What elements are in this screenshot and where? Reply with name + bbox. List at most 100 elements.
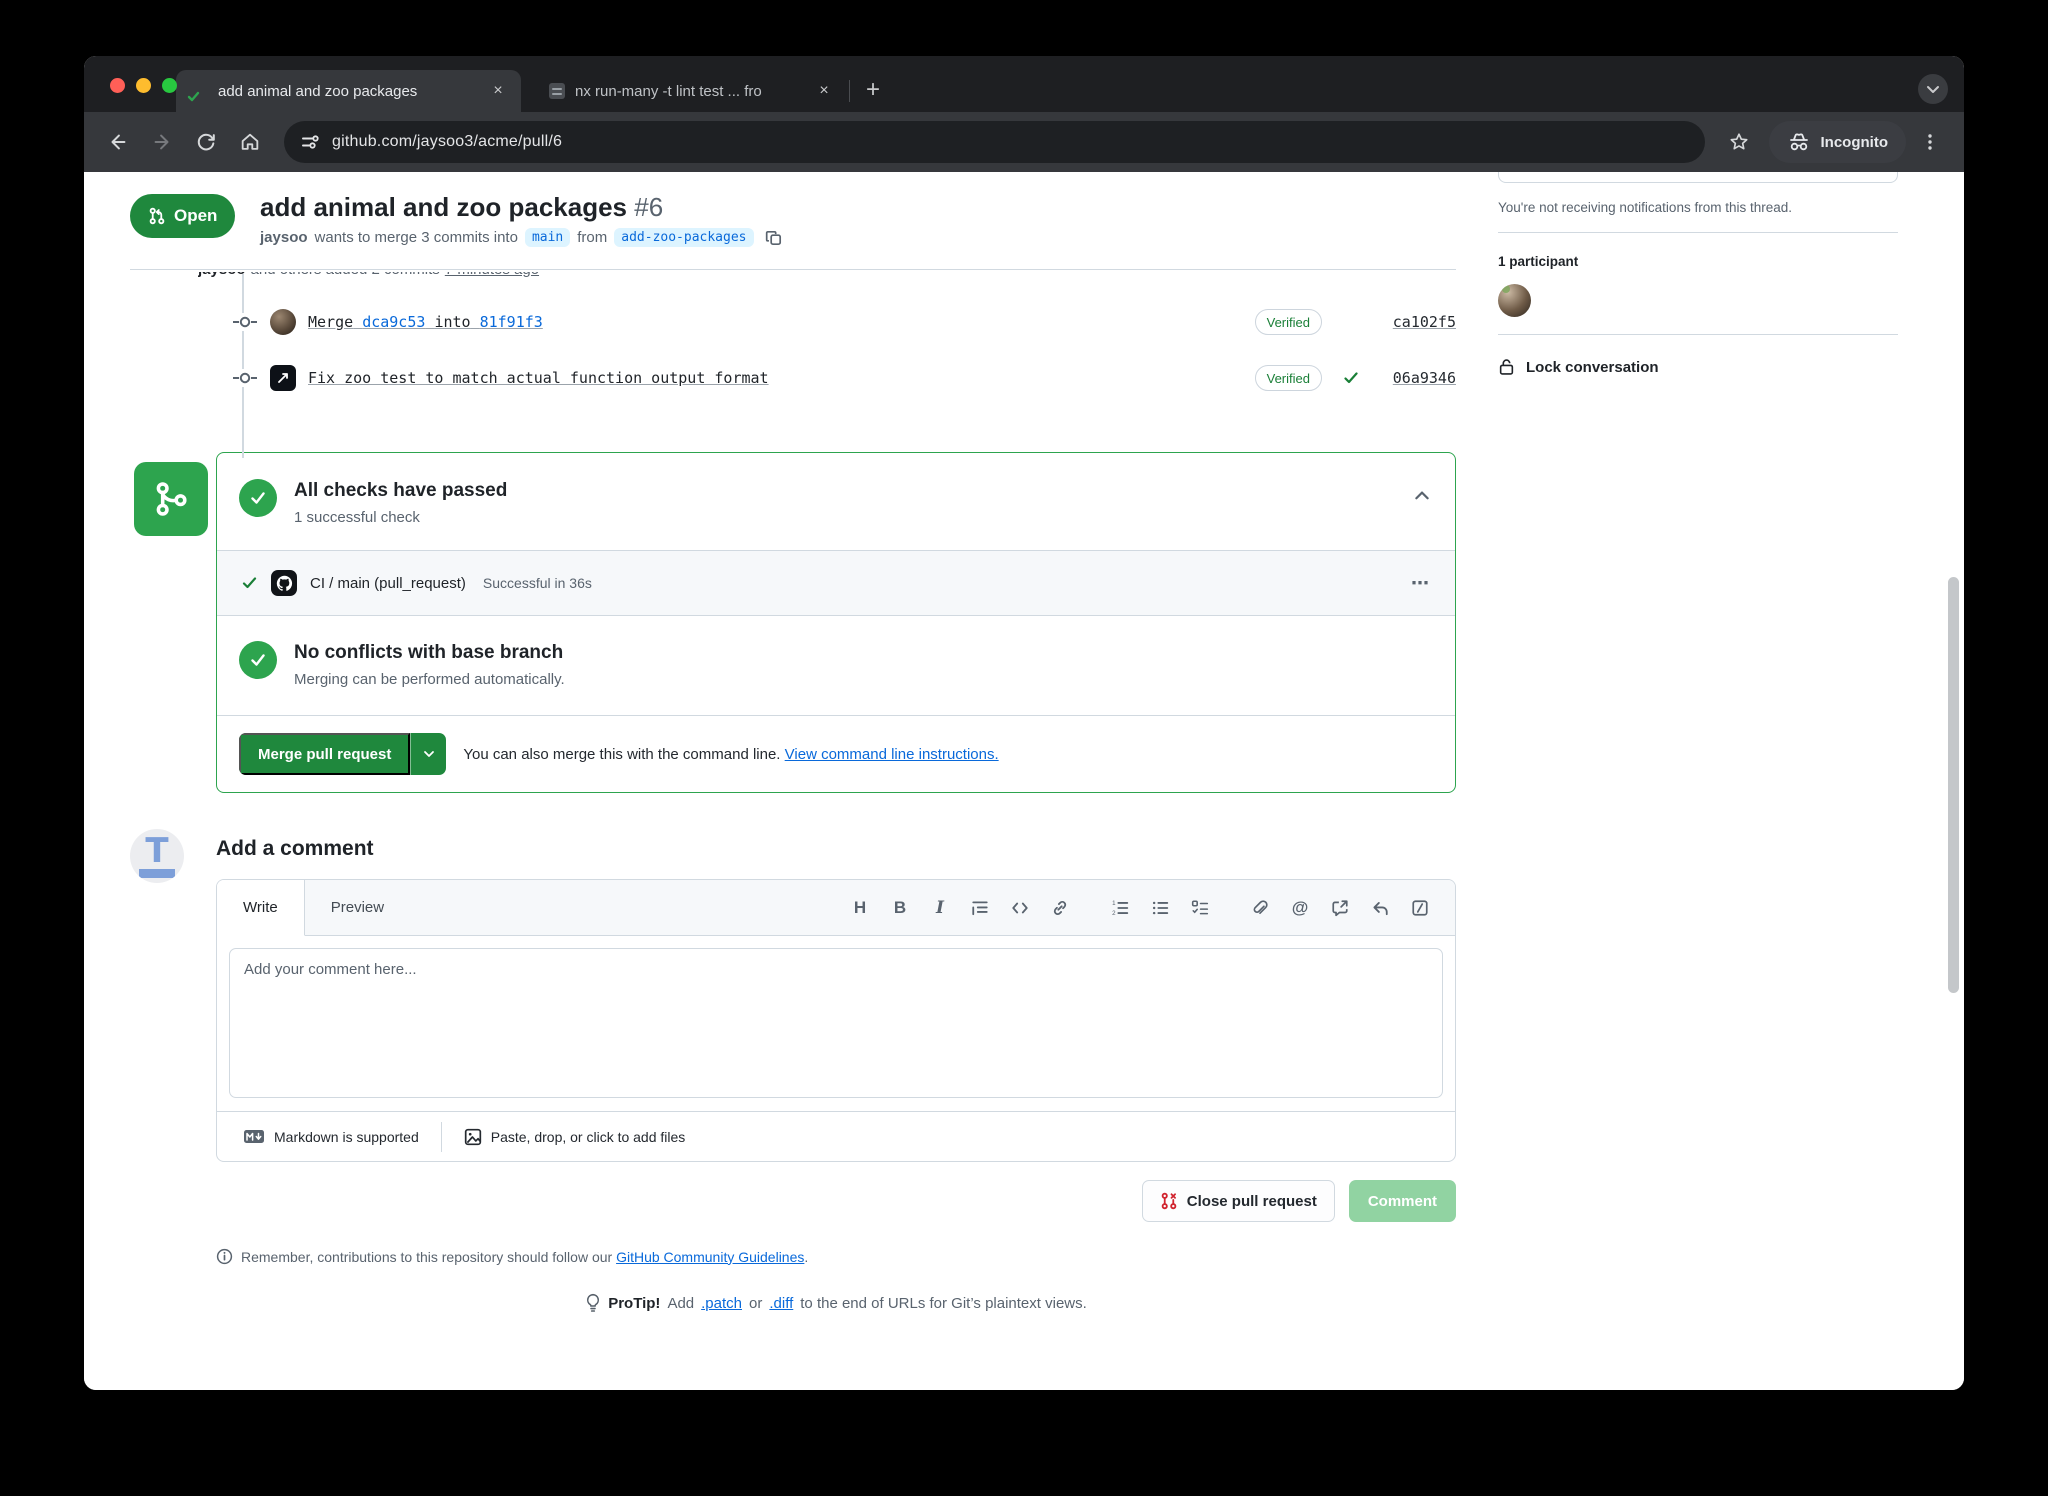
head-branch-chip[interactable]: add-zoo-packages — [614, 228, 753, 247]
community-guidelines-link[interactable]: GitHub Community Guidelines — [616, 1249, 804, 1265]
cli-instructions-link[interactable]: View command line instructions. — [785, 746, 999, 763]
paste-drop-files[interactable]: Paste, drop, or click to add files — [442, 1128, 708, 1146]
verified-badge[interactable]: Verified — [1255, 365, 1322, 391]
close-pull-request-button[interactable]: Close pull request — [1142, 1180, 1335, 1222]
commit-sha-link[interactable]: ca102f5 — [1372, 313, 1456, 331]
commit-message[interactable]: Merge dca9c53 into 81f91f3 — [308, 313, 1243, 331]
svg-text:2: 2 — [1112, 909, 1116, 916]
link-icon[interactable] — [1043, 892, 1077, 924]
checks-title: All checks have passed — [294, 479, 507, 502]
bullet-list-icon[interactable] — [1143, 892, 1177, 924]
tab-close-icon[interactable]: × — [487, 80, 509, 102]
pr-state-badge: Open — [130, 194, 235, 238]
collapse-checks-icon[interactable] — [1413, 487, 1431, 505]
site-settings-icon[interactable] — [300, 132, 320, 152]
sha-link[interactable]: 81f91f3 — [480, 313, 543, 331]
heading-icon[interactable]: H — [843, 892, 877, 924]
pr-title: add animal and zoo packages #6 — [130, 172, 1456, 222]
pr-author[interactable]: jaysoo — [260, 229, 308, 246]
check-run-row[interactable]: CI / main (pull_request) Successful in 3… — [217, 550, 1455, 616]
tab-write[interactable]: Write — [217, 880, 305, 936]
checks-passed-icon — [239, 479, 277, 517]
tab-search-button[interactable] — [1918, 74, 1948, 104]
patch-link[interactable]: .patch — [701, 1295, 742, 1312]
minimize-window-button[interactable] — [136, 78, 151, 93]
checks-subtitle: 1 successful check — [294, 509, 507, 526]
browser-menu-icon[interactable] — [1910, 122, 1950, 162]
tabstrip-divider — [849, 80, 850, 102]
notifications-note: You're not receiving notifications from … — [1498, 200, 1898, 215]
back-icon[interactable] — [98, 122, 138, 162]
merge-actions: Merge pull request You can also merge th… — [217, 715, 1455, 792]
attach-file-icon[interactable] — [1243, 892, 1277, 924]
image-icon — [464, 1128, 482, 1146]
lock-conversation[interactable]: Lock conversation — [1498, 358, 1898, 376]
bold-icon[interactable]: B — [883, 892, 917, 924]
tab-label: nx run-many -t lint test ... fro — [575, 83, 803, 100]
check-success-icon — [1334, 370, 1360, 386]
comment-textarea[interactable] — [229, 948, 1443, 1098]
commit-app-avatar[interactable] — [270, 365, 296, 391]
tab-nx-terminal[interactable]: nx run-many -t lint test ... fro × — [535, 70, 847, 112]
comment-editor: Write Preview H B I — [216, 879, 1456, 1162]
merge-options-dropdown[interactable] — [410, 733, 446, 775]
commit-message[interactable]: Fix zoo test to match actual function ou… — [308, 369, 1243, 387]
tab-close-icon[interactable]: × — [813, 80, 835, 102]
merge-pull-request-button[interactable]: Merge pull request — [239, 733, 410, 775]
check-run-menu-icon[interactable]: ⋯ — [1411, 573, 1431, 594]
task-list-icon[interactable] — [1183, 892, 1217, 924]
code-icon[interactable] — [1003, 892, 1037, 924]
page-scrollbar[interactable] — [1948, 577, 1959, 993]
pr-header: Open add animal and zoo packages #6 jays… — [130, 172, 1456, 270]
comment-editor-tabs: Write Preview H B I — [217, 880, 1455, 936]
forward-icon[interactable] — [142, 122, 182, 162]
timeline-timestamp[interactable]: 7 minutes ago — [445, 272, 539, 278]
incognito-badge: Incognito — [1769, 121, 1907, 163]
new-tab-button[interactable]: + — [858, 76, 888, 104]
tab-strip: add animal and zoo packages × nx run-man… — [84, 56, 1964, 112]
github-pr-page: Open add animal and zoo packages #6 jays… — [84, 172, 1964, 1390]
address-bar[interactable]: github.com/jaysoo3/acme/pull/6 — [284, 121, 1705, 163]
bookmark-star-icon[interactable] — [1719, 122, 1759, 162]
numbered-list-icon[interactable]: 12 — [1103, 892, 1137, 924]
timeline-author[interactable]: jaysoo — [198, 272, 246, 278]
markdown-supported[interactable]: Markdown is supported — [221, 1129, 441, 1145]
conflicts-title: No conflicts with base branch — [294, 641, 565, 664]
comment-actions: Close pull request Comment — [216, 1180, 1456, 1222]
base-branch-chip[interactable]: main — [525, 228, 570, 247]
copy-branch-icon[interactable] — [765, 229, 783, 247]
quote-icon[interactable] — [963, 892, 997, 924]
lock-icon — [1498, 358, 1515, 376]
diff-link[interactable]: .diff — [769, 1295, 793, 1312]
verified-badge[interactable]: Verified — [1255, 309, 1322, 335]
terminal-favicon-icon — [549, 83, 565, 99]
check-run-name[interactable]: CI / main (pull_request) — [310, 575, 466, 592]
italic-icon[interactable]: I — [923, 892, 957, 924]
commit-author-avatar[interactable] — [270, 309, 296, 335]
cross-reference-icon[interactable] — [1323, 892, 1357, 924]
comment-submit-button[interactable]: Comment — [1349, 1180, 1456, 1222]
sidebar-divider — [1498, 232, 1898, 233]
mention-icon[interactable]: @ — [1283, 892, 1317, 924]
tab-preview[interactable]: Preview — [305, 880, 410, 935]
reload-icon[interactable] — [186, 122, 226, 162]
commit-row: Merge dca9c53 into 81f91f3 Verified ca10… — [232, 294, 1456, 350]
participant-avatar[interactable] — [1498, 284, 1531, 317]
notifications-button-clipped[interactable] — [1498, 172, 1898, 183]
commit-sha-link[interactable]: 06a9346 — [1372, 369, 1456, 387]
conflicts-summary: No conflicts with base branch Merging ca… — [217, 616, 1455, 715]
maximize-window-button[interactable] — [162, 78, 177, 93]
close-window-button[interactable] — [110, 78, 125, 93]
tab-pull-request[interactable]: add animal and zoo packages × — [176, 70, 521, 112]
slash-commands-icon[interactable] — [1403, 892, 1437, 924]
saved-replies-icon[interactable] — [1363, 892, 1397, 924]
url-text[interactable]: github.com/jaysoo3/acme/pull/6 — [332, 133, 562, 151]
incognito-label: Incognito — [1821, 134, 1889, 151]
sha-link[interactable]: dca9c53 — [362, 313, 425, 331]
pull-request-icon — [148, 207, 166, 225]
home-icon[interactable] — [230, 122, 270, 162]
window-controls[interactable] — [110, 78, 177, 93]
protip-note: ProTip! Add .patch or .diff to the end o… — [216, 1293, 1456, 1313]
info-icon — [216, 1248, 233, 1265]
commit-row: Fix zoo test to match actual function ou… — [232, 350, 1456, 406]
